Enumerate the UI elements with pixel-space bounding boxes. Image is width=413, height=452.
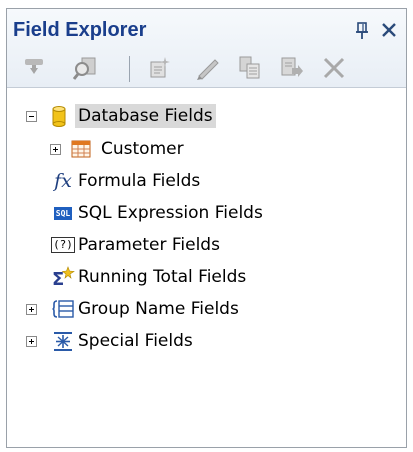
formula-fx-icon: fx [51,169,75,193]
pencil-icon[interactable] [193,54,223,82]
special-fields-icon [51,329,75,353]
field-tree: Database Fields Customer fx Formula Fiel… [7,89,406,447]
tree-item-label: Special Fields [78,331,193,351]
pin-icon[interactable] [354,21,370,41]
fx-glyph: fx [54,170,72,192]
sql-badge-text: SQL [53,206,73,220]
tree-item-group-name-fields[interactable]: Group Name Fields [75,295,242,323]
tree-item-label: Database Fields [75,104,216,128]
panel-title: Field Explorer [13,19,147,41]
parameter-icon: (?) [51,233,75,257]
tree-item-formula-fields[interactable]: Formula Fields [75,167,203,195]
new-field-icon[interactable] [145,54,175,82]
duplicate-icon[interactable] [235,54,265,82]
tree-item-label: Group Name Fields [78,299,239,319]
tree-item-special-fields[interactable]: Special Fields [75,327,196,355]
running-total-sigma-icon: Σ [51,265,75,289]
group-name-icon [51,297,75,321]
tree-item-parameter-fields[interactable]: Parameter Fields [75,231,223,259]
field-explorer-panel: Field Explorer Database Fields Customer … [6,8,407,448]
toolbar [15,54,398,84]
tree-item-label: Customer [101,139,184,159]
tree-item-sql-expression-fields[interactable]: SQL Expression Fields [75,199,266,227]
close-icon[interactable] [378,19,400,41]
panel-header: Field Explorer [7,9,406,88]
tree-item-label: Parameter Fields [78,235,220,255]
tree-item-running-total-fields[interactable]: Running Total Fields [75,263,249,291]
delete-x-icon[interactable] [319,54,349,82]
database-cylinder-icon [47,104,71,128]
browse-icon[interactable] [71,54,101,82]
expand-group-name-fields-toggle[interactable] [26,304,37,315]
tree-item-label: SQL Expression Fields [78,203,263,223]
tree-item-customer[interactable]: Customer [98,135,187,163]
sql-badge-icon: SQL [51,201,75,225]
param-badge-text: (?) [51,237,75,253]
insert-down-arrow-icon[interactable] [19,54,49,82]
toolbar-separator [129,56,130,82]
tree-item-label: Running Total Fields [78,267,247,287]
rename-icon[interactable] [277,54,307,82]
svg-text:Σ: Σ [52,269,64,288]
tree-item-database-fields[interactable]: Database Fields [75,102,216,130]
table-icon [69,137,93,161]
collapse-database-fields-toggle[interactable] [26,111,37,122]
tree-item-label: Formula Fields [78,171,201,191]
expand-special-fields-toggle[interactable] [26,336,37,347]
expand-customer-toggle[interactable] [50,144,61,155]
